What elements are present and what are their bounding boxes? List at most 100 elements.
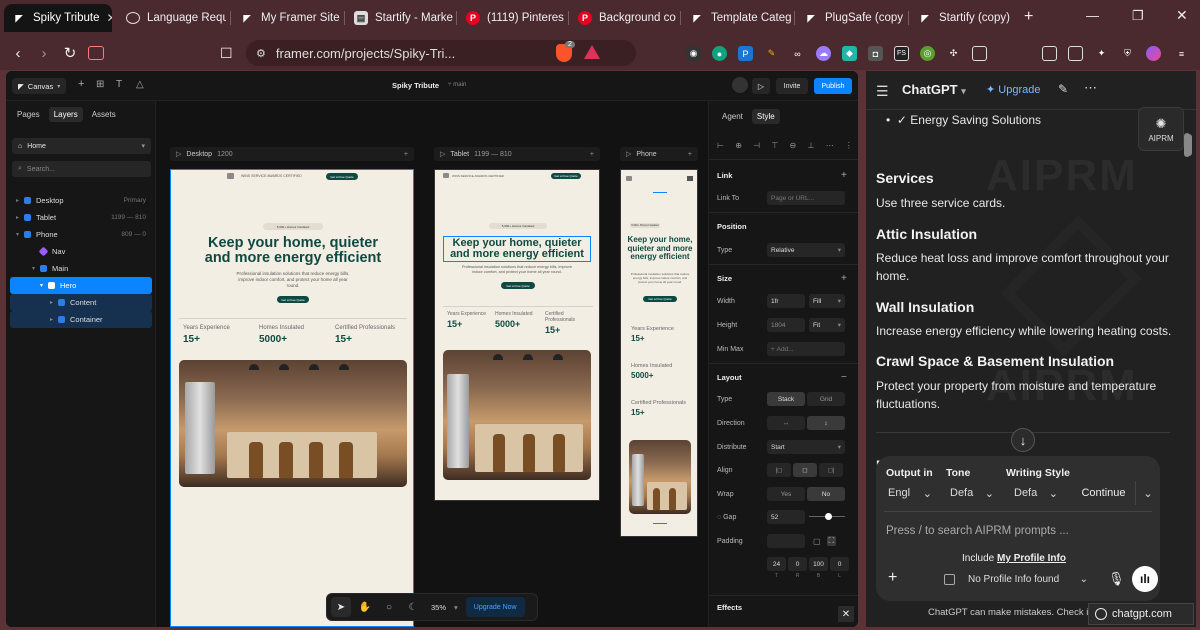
hero-cta-button[interactable]: Get a Free Quote bbox=[501, 282, 535, 289]
aiprm-button[interactable]: ✺ AIPRM bbox=[1138, 107, 1184, 151]
ext-p-icon[interactable]: P bbox=[738, 46, 753, 61]
chatgpt-site-popup[interactable]: chatgpt.com bbox=[1088, 603, 1194, 625]
upgrade-now-button[interactable]: Upgrade Now bbox=[465, 597, 525, 617]
align-start-icon[interactable]: |◻ bbox=[767, 463, 791, 477]
hand-tool-icon[interactable]: ✋ bbox=[355, 597, 375, 617]
phone-frame[interactable]: 5,000+ Homes Insulated Keep your home, q… bbox=[620, 169, 698, 537]
cta-button[interactable]: Get a Free Quote bbox=[326, 173, 358, 180]
more-options-icon[interactable]: ⋯ bbox=[1084, 80, 1097, 96]
ext-fs-icon[interactable]: FS bbox=[894, 46, 909, 61]
layer-content[interactable]: ▸ Content bbox=[10, 294, 152, 311]
upgrade-link[interactable]: ✦ Upgrade bbox=[986, 83, 1040, 96]
breakpoint-tablet[interactable]: ▷ Tablet 1199 — 810 + bbox=[434, 147, 600, 161]
microphone-icon[interactable]: 🎙 bbox=[1108, 571, 1125, 587]
ext-shield-icon[interactable]: ◆ bbox=[842, 46, 857, 61]
padding-left-input[interactable]: 0 bbox=[830, 557, 849, 571]
new-tab-icon[interactable]: + bbox=[1024, 8, 1033, 26]
remove-icon[interactable]: − bbox=[841, 372, 847, 383]
address-bar[interactable]: ⚙ framer.com/projects/Spiky-Tri... bbox=[246, 40, 636, 66]
ext-green-icon[interactable]: ● bbox=[712, 46, 727, 61]
tab-template-categ[interactable]: ◤ Template Categ bbox=[682, 4, 792, 32]
padding-bottom-input[interactable]: 100 bbox=[809, 557, 828, 571]
grid-toggle[interactable]: Grid bbox=[807, 392, 845, 406]
brave-rewards-icon[interactable] bbox=[584, 45, 600, 59]
select-tool-icon[interactable]: ➤ bbox=[331, 597, 351, 617]
min-max-input[interactable]: + Add... bbox=[767, 342, 845, 356]
layer-nav[interactable]: Nav bbox=[10, 243, 152, 260]
height-input[interactable]: 1804 bbox=[767, 318, 805, 332]
prompt-input[interactable]: Press / to search AIPRM prompts ... bbox=[886, 525, 1069, 537]
minimize-icon[interactable]: — bbox=[1086, 8, 1099, 23]
padding-input[interactable] bbox=[767, 534, 805, 548]
voice-mode-icon[interactable]: ılı bbox=[1132, 566, 1158, 592]
layer-main[interactable]: ▾ Main bbox=[10, 260, 152, 277]
tab-assets[interactable]: Assets bbox=[87, 107, 121, 122]
search-input[interactable]: ⌕ Search... bbox=[12, 161, 151, 177]
ext-infinity-icon[interactable]: ∞ bbox=[790, 46, 805, 61]
back-icon[interactable]: ‹ bbox=[5, 40, 31, 66]
scroll-down-icon[interactable]: ↓ bbox=[1011, 428, 1035, 452]
vpn-icon[interactable]: ⛨ bbox=[1120, 46, 1135, 61]
menu-icon[interactable]: ≡ bbox=[1174, 46, 1189, 61]
align-top-icon[interactable]: ⊤ bbox=[771, 141, 778, 150]
width-input[interactable]: 1fr bbox=[767, 294, 805, 308]
profile-info-link[interactable]: My Profile Info bbox=[997, 553, 1066, 564]
vector-icon[interactable]: △ bbox=[136, 79, 144, 90]
ext-camera-icon[interactable]: ◉ bbox=[686, 46, 701, 61]
close-panel-icon[interactable]: ✕ bbox=[838, 606, 854, 622]
gap-slider[interactable] bbox=[809, 512, 845, 522]
align-center-icon[interactable]: ⊕ bbox=[735, 141, 742, 150]
tab-layers[interactable]: Layers bbox=[48, 107, 83, 122]
frame-icon[interactable]: ⊞ bbox=[96, 79, 104, 90]
distribute-v-icon[interactable]: ⋮ bbox=[845, 141, 853, 150]
distribute-h-icon[interactable]: ⋯ bbox=[826, 141, 834, 150]
sidebar-toggle-icon[interactable] bbox=[88, 46, 104, 60]
direction-vertical-icon[interactable]: ↕ bbox=[807, 416, 845, 430]
padding-right-input[interactable]: 0 bbox=[788, 557, 807, 571]
dark-mode-icon[interactable]: ☾ bbox=[403, 597, 423, 617]
sidebar-icon[interactable] bbox=[1042, 46, 1057, 61]
layer-container[interactable]: ▸ Container bbox=[10, 311, 152, 328]
width-mode-select[interactable]: Fill ▾ bbox=[809, 294, 845, 308]
avatar[interactable] bbox=[732, 77, 748, 93]
profile-select[interactable]: No Profile Info found ⌄ bbox=[964, 570, 1092, 589]
tab-startify-copy[interactable]: ◤ Startify (copy) bbox=[910, 4, 1018, 32]
new-chat-icon[interactable]: ✎ bbox=[1058, 82, 1068, 96]
ext-camera2-icon[interactable]: ◘ bbox=[868, 46, 883, 61]
zoom-select[interactable]: 35% ▾ bbox=[427, 597, 462, 617]
height-mode-select[interactable]: Fit ▾ bbox=[809, 318, 845, 332]
position-select[interactable]: Relative ▾ bbox=[767, 243, 845, 257]
close-window-icon[interactable]: ✕ bbox=[1176, 7, 1188, 24]
wrap-no-toggle[interactable]: No bbox=[807, 487, 845, 501]
padding-uniform-icon[interactable]: ▢ bbox=[813, 537, 821, 546]
tab-style[interactable]: Style bbox=[751, 109, 780, 124]
hero-cta-button[interactable]: Get a Free Quote bbox=[277, 296, 309, 303]
cta-button[interactable]: Get a Free Quote bbox=[551, 173, 581, 179]
desktop-frame[interactable]: WINS SERVICE AWARDS CERTIFIED Get a Free… bbox=[170, 169, 414, 627]
hero-cta-button[interactable]: Get a Free Quote bbox=[643, 296, 677, 302]
attach-icon[interactable]: + bbox=[888, 569, 897, 587]
continue-dropdown-icon[interactable]: ⌄ bbox=[1138, 481, 1158, 505]
tab-spiky-tribute[interactable]: ◤ Spiky Tribute ✕ bbox=[4, 4, 112, 32]
close-icon[interactable]: ✕ bbox=[106, 11, 112, 25]
stack-toggle[interactable]: Stack bbox=[767, 392, 805, 406]
tab-startify[interactable]: ▤ Startify - Marke bbox=[346, 4, 454, 32]
ext-cloud-icon[interactable]: ☁ bbox=[816, 46, 831, 61]
add-icon[interactable]: + bbox=[404, 151, 408, 158]
layer-tablet[interactable]: ▸ Tablet 1199 — 810 bbox=[10, 209, 152, 226]
insert-icon[interactable]: + bbox=[78, 78, 84, 90]
model-selector[interactable]: ChatGPT ▾ bbox=[902, 82, 966, 97]
align-left-icon[interactable]: ⊢ bbox=[717, 141, 724, 150]
publish-button[interactable]: Publish bbox=[814, 78, 852, 94]
align-middle-icon[interactable]: ⊖ bbox=[790, 141, 797, 150]
forward-icon[interactable]: › bbox=[31, 40, 57, 66]
slider-knob[interactable] bbox=[824, 513, 832, 520]
output-select[interactable]: Engl ⌄ bbox=[882, 481, 938, 505]
wallet-icon[interactable] bbox=[1068, 46, 1083, 61]
tone-select[interactable]: Defa ⌄ bbox=[944, 481, 1000, 505]
direction-horizontal-icon[interactable]: ↔ bbox=[767, 416, 805, 430]
reload-icon[interactable]: ↻ bbox=[57, 40, 83, 66]
layer-phone[interactable]: ▾ Phone 809 — 0 bbox=[10, 226, 152, 243]
breakpoint-desktop[interactable]: ▷ Desktop 1200 + bbox=[170, 147, 414, 161]
bookmark-icon[interactable]: ☐ bbox=[220, 45, 233, 62]
